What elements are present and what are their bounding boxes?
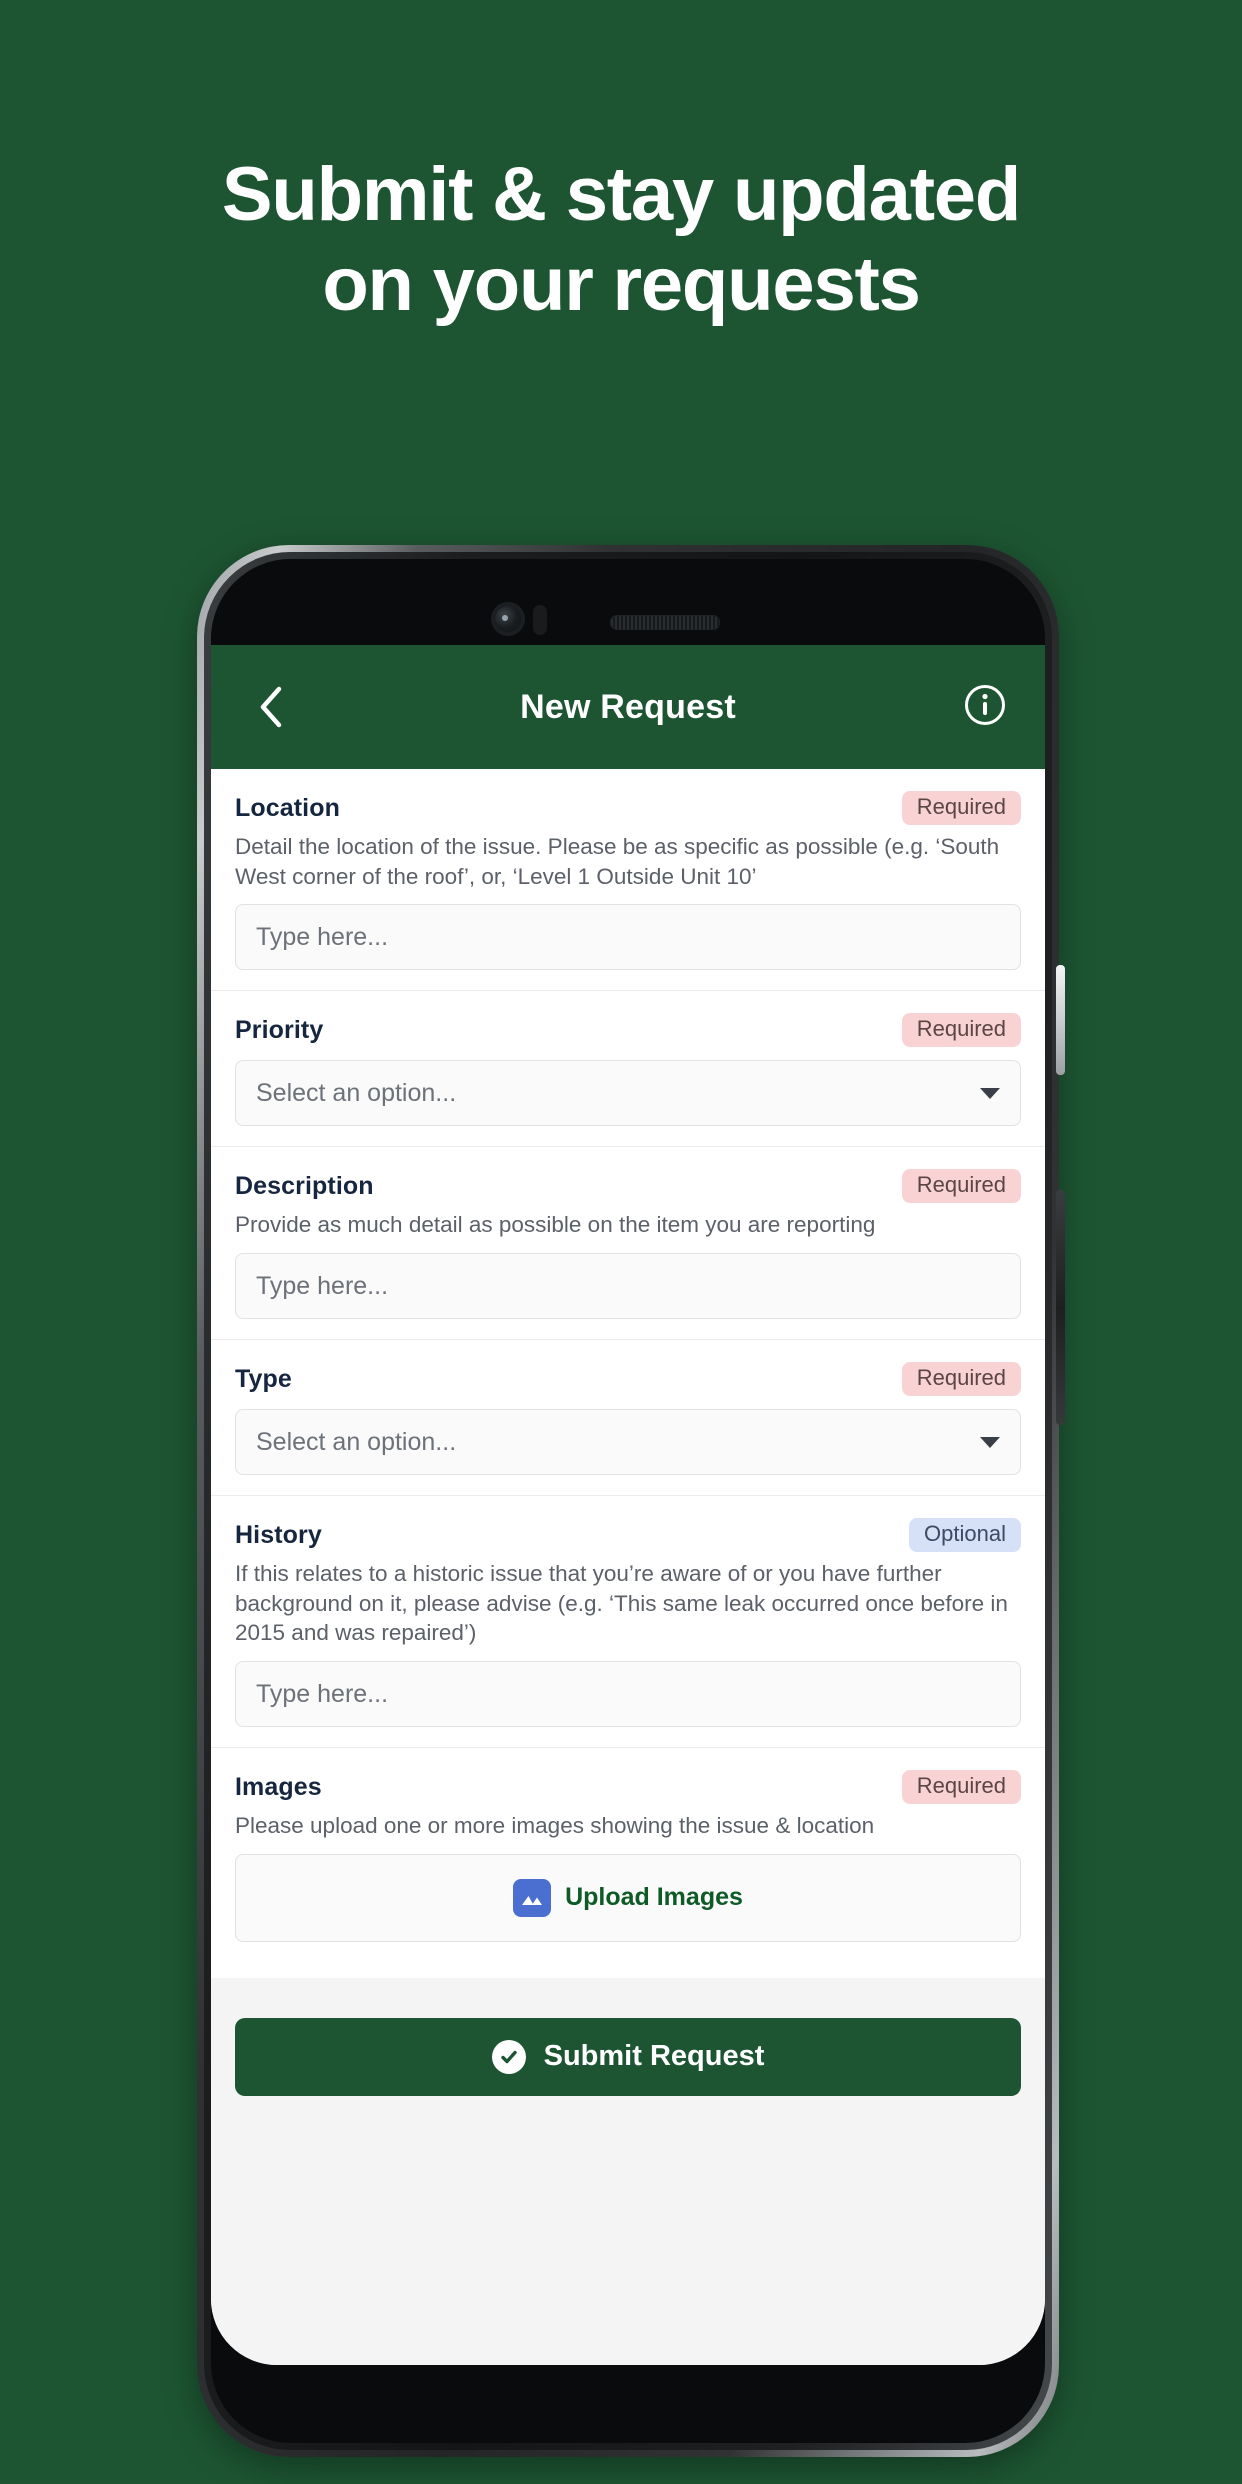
- chevron-left-icon: [256, 685, 286, 729]
- back-button[interactable]: [245, 681, 297, 733]
- type-select[interactable]: Select an option...: [235, 1409, 1021, 1476]
- field-label: Location: [235, 793, 340, 822]
- status-badge: Required: [901, 1013, 1021, 1048]
- proximity-sensor-icon: [533, 605, 547, 635]
- volume-rocker-button[interactable]: [1056, 1190, 1065, 1425]
- field-header: Description Required: [235, 1169, 1021, 1204]
- app-header: New Request: [211, 645, 1045, 769]
- field-description: Description Required Provide as much det…: [211, 1147, 1045, 1341]
- chevron-down-icon: [980, 1436, 1000, 1448]
- headline-line-1: Submit & stay updated: [221, 152, 1021, 237]
- select-placeholder: Select an option...: [256, 1078, 457, 1107]
- field-label: Priority: [235, 1015, 324, 1044]
- earpiece-speaker-icon: [610, 615, 720, 630]
- field-help-text: Detail the location of the issue. Please…: [235, 834, 1000, 889]
- page-title: New Request: [520, 687, 736, 726]
- select-placeholder: Select an option...: [256, 1427, 457, 1456]
- field-location: Location Required Detail the location of…: [211, 769, 1045, 992]
- field-type: Type Required Select an option...: [211, 1340, 1045, 1497]
- history-input[interactable]: Type here...: [235, 1661, 1021, 1728]
- field-help-text: If this relates to a historic issue that…: [235, 1561, 1008, 1646]
- field-priority: Priority Required Select an option...: [211, 991, 1045, 1148]
- priority-select[interactable]: Select an option...: [235, 1060, 1021, 1127]
- promo-headline: Submit & stay updated on your requests: [0, 150, 1242, 329]
- phone-screen: New Request Location Required Detail the…: [211, 645, 1045, 2365]
- field-help-text: Please upload one or more images showing…: [235, 1813, 875, 1839]
- request-form: Location Required Detail the location of…: [211, 769, 1045, 1978]
- status-badge: Optional: [909, 1518, 1021, 1553]
- field-header: Images Required: [235, 1770, 1021, 1805]
- check-circle-icon: [491, 2039, 526, 2074]
- field-label: Images: [235, 1772, 322, 1801]
- status-badge: Required: [901, 791, 1021, 825]
- field-label: Description: [235, 1171, 374, 1200]
- form-footer: Submit Request: [211, 1977, 1045, 2365]
- power-button[interactable]: [1056, 965, 1065, 1075]
- field-header: Location Required: [235, 791, 1021, 825]
- upload-images-label: Upload Images: [565, 1883, 743, 1912]
- phone-top-bezel: [211, 559, 1045, 659]
- field-header: History Optional: [235, 1518, 1021, 1553]
- field-label: Type: [235, 1364, 292, 1393]
- location-input[interactable]: Type here...: [235, 904, 1021, 971]
- description-input[interactable]: Type here...: [235, 1253, 1021, 1320]
- input-placeholder: Type here...: [256, 1679, 389, 1708]
- field-header: Priority Required: [235, 1013, 1021, 1048]
- input-placeholder: Type here...: [256, 922, 389, 951]
- phone-mockup: New Request Location Required Detail the…: [197, 545, 1065, 2457]
- status-badge: Required: [901, 1362, 1021, 1397]
- submit-request-button[interactable]: Submit Request: [235, 2017, 1021, 2096]
- image-icon: [513, 1878, 552, 1917]
- input-placeholder: Type here...: [256, 1271, 389, 1300]
- headline-line-2: on your requests: [322, 241, 921, 327]
- chevron-down-icon: [980, 1087, 1000, 1099]
- status-badge: Required: [901, 1169, 1021, 1204]
- front-camera-icon: [495, 606, 521, 632]
- field-help-text: Provide as much detail as possible on th…: [235, 1212, 876, 1238]
- status-badge: Required: [901, 1770, 1021, 1805]
- field-images: Images Required Please upload one or mor…: [211, 1748, 1045, 1962]
- info-circle-icon: [963, 683, 1007, 732]
- field-label: History: [235, 1520, 322, 1549]
- upload-images-button[interactable]: Upload Images: [235, 1853, 1021, 1942]
- field-history: History Optional If this relates to a hi…: [211, 1496, 1045, 1749]
- submit-request-label: Submit Request: [543, 2040, 765, 2073]
- field-header: Type Required: [235, 1362, 1021, 1397]
- info-button[interactable]: [959, 681, 1011, 733]
